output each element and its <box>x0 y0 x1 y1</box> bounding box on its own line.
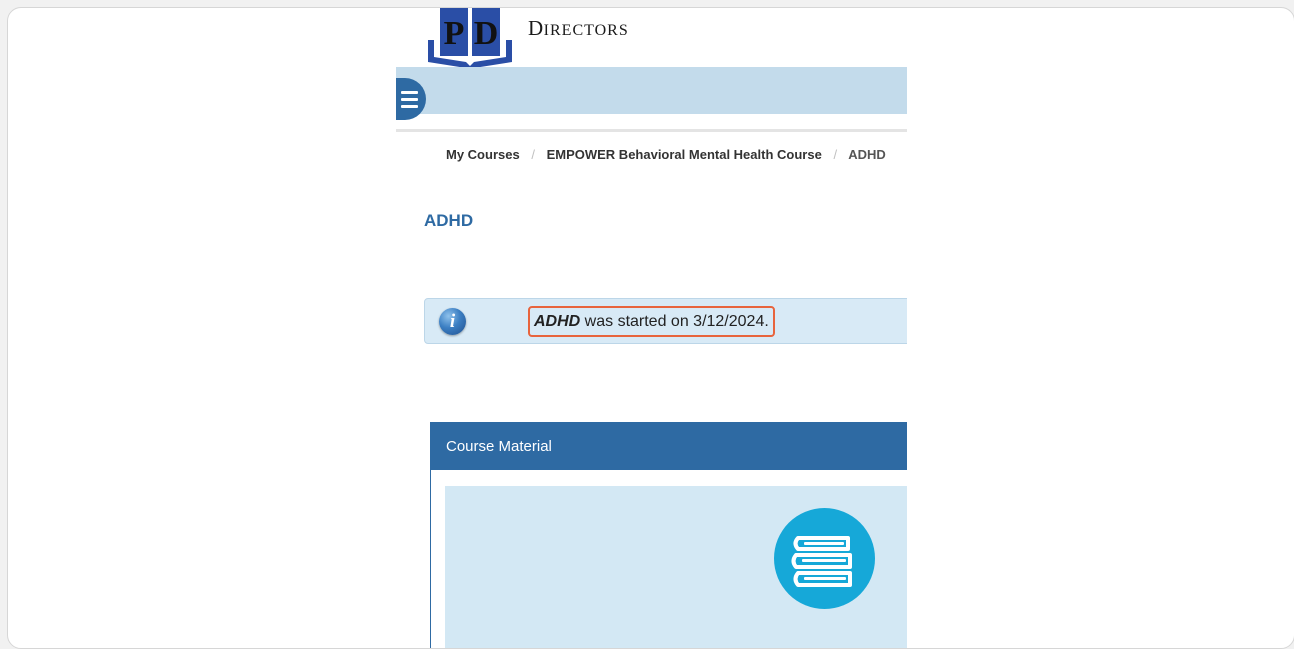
alert-message: ADHD was started on 3/12/2024. <box>528 306 775 337</box>
course-material-body <box>445 486 907 648</box>
page-title: ADHD <box>424 211 474 230</box>
info-alert: i ADHD was started on 3/12/2024. <box>424 298 907 344</box>
course-material-header: Course Material <box>431 423 907 470</box>
breadcrumb: My Courses / EMPOWER Behavioral Mental H… <box>446 147 886 167</box>
logo: P D <box>428 8 512 72</box>
breadcrumb-separator: / <box>531 147 535 162</box>
course-material-panel: Course Material <box>430 422 907 648</box>
alert-message-text: was started on 3/12/2024. <box>580 313 769 330</box>
books-stack-icon <box>791 536 852 587</box>
page-viewport: P D DIRECTORS My Courses / EMPOWER Behav… <box>396 8 907 648</box>
brand-rest: IRECTORS <box>543 22 629 39</box>
breadcrumb-link-my-courses[interactable]: My Courses <box>446 147 520 162</box>
svg-text:P: P <box>444 15 465 52</box>
breadcrumb-separator: / <box>833 147 838 162</box>
breadcrumb-current: ADHD <box>848 147 886 162</box>
top-navbar <box>396 67 907 114</box>
nav-divider <box>396 129 907 132</box>
breadcrumb-link-course[interactable]: EMPOWER Behavioral Mental Health Course <box>547 147 822 162</box>
alert-course-name: ADHD <box>534 313 581 330</box>
browser-frame: P D DIRECTORS My Courses / EMPOWER Behav… <box>7 7 1294 649</box>
svg-text:D: D <box>474 15 499 52</box>
brand-initial: D <box>528 16 544 40</box>
brand-name: DIRECTORS <box>528 16 629 41</box>
info-icon: i <box>439 308 466 335</box>
books-icon[interactable] <box>774 508 875 609</box>
